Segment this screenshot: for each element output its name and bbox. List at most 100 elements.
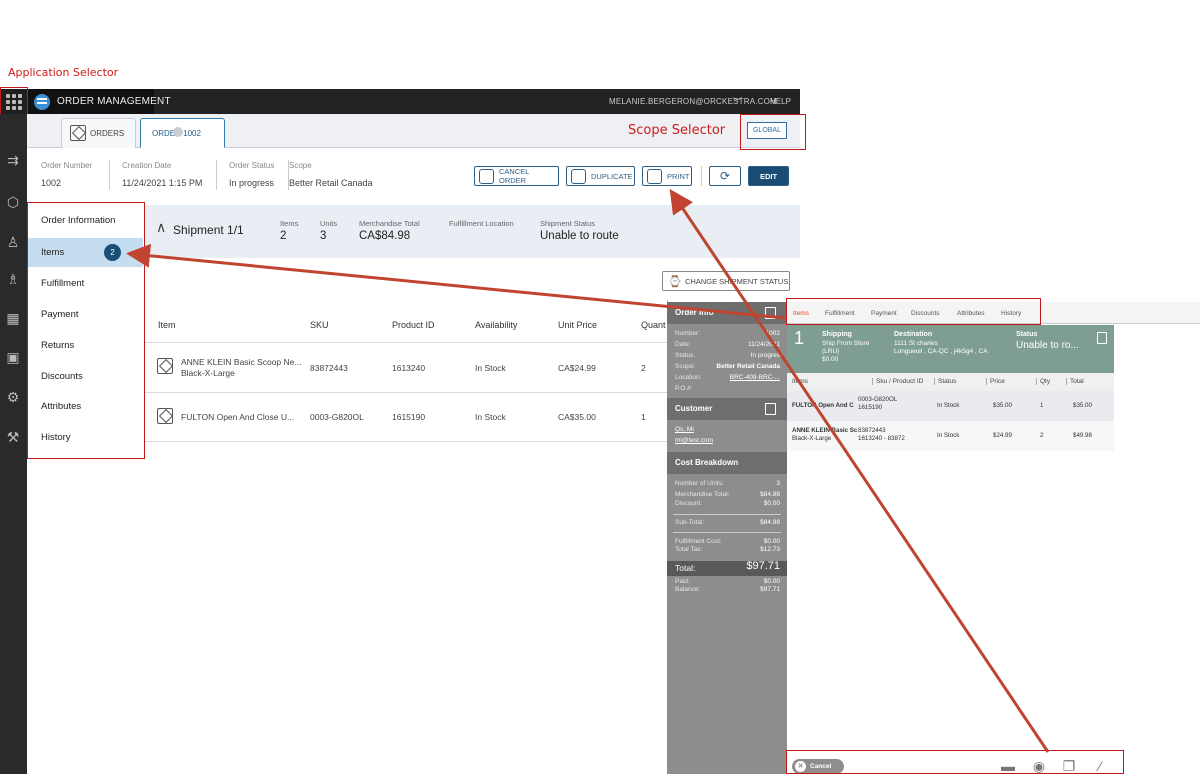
edit-button[interactable]: EDIT — [748, 166, 789, 186]
legacy-item-name: FULTON Open And C — [792, 402, 854, 409]
scope-selector-label: Scope Selector — [628, 123, 726, 138]
order-status-value: In progress — [229, 178, 275, 188]
col-sku: SKU — [310, 320, 329, 330]
col-product-id: Product ID — [392, 320, 435, 330]
legacy-customer-header: Customer — [667, 398, 787, 420]
info-label: P.O.#: — [675, 385, 693, 392]
item-name: ANNE KLEIN Basic Scoop Ne... — [181, 357, 302, 367]
help-link[interactable]: HELP — [770, 97, 791, 106]
scope-value: Better Retail Canada — [289, 178, 373, 188]
note-icon[interactable] — [765, 307, 776, 319]
item-price: CA$24.99 — [558, 363, 596, 373]
cost-value: 3 — [776, 480, 780, 487]
user-menu[interactable]: MELANIE.BERGERON@ORCKESTRA.COM — [609, 97, 777, 106]
destination-line2: Longueuil , CA-QC , j4k5g4 , CA — [894, 348, 988, 355]
store-icon[interactable]: ▦ — [5, 310, 21, 326]
legacy-item-qty: 1 — [1040, 402, 1044, 409]
app-selector-highlight — [0, 87, 28, 115]
customer-title: Customer — [675, 404, 713, 413]
print-button[interactable]: PRINT — [642, 166, 692, 186]
legacy-item-total: $35.00 — [1073, 402, 1092, 409]
divider — [701, 166, 702, 186]
cancel-order-button[interactable]: CANCEL ORDER — [474, 166, 559, 186]
legacy-tabs-highlight — [786, 298, 1041, 325]
route-icon[interactable]: ⇉ — [5, 152, 21, 168]
inventory-icon[interactable]: ▣ — [5, 349, 21, 365]
info-value: 11/24/2021 — [747, 341, 780, 348]
legacy-item-qty: 2 — [1040, 432, 1044, 439]
shipment-items-label: Items — [280, 219, 299, 228]
note-icon[interactable] — [1097, 332, 1107, 344]
order-number-label: Order Number — [41, 161, 93, 170]
item-variant: Black-X-Large — [181, 368, 235, 378]
chevron-down-icon[interactable]: ﹀ — [733, 95, 742, 108]
customer-name-link[interactable]: Qs, Mi — [675, 426, 694, 433]
col-unit-price: Unit Price — [558, 320, 598, 330]
change-shipment-status-button[interactable]: ⌚ CHANGE SHIPMENT STATUS — [662, 271, 790, 291]
duplicate-icon — [571, 169, 586, 184]
legacy-item-status: In Stock — [937, 402, 960, 409]
item-qty: 2 — [641, 363, 646, 373]
legacy-col-items: Items — [792, 378, 808, 385]
shipment-number: 1 — [794, 328, 805, 348]
legacy-col-total: Total — [1066, 378, 1084, 385]
settings-icon[interactable]: ⚙ — [5, 389, 21, 405]
order-info-title: Order Info — [675, 308, 714, 317]
fulfillment-location-label: Fulfillment Location — [449, 219, 514, 228]
package-icon[interactable]: ⬡ — [5, 194, 21, 210]
chevron-up-icon[interactable]: ∧ — [156, 219, 166, 236]
customer-email-link[interactable]: mi@test.com — [675, 437, 713, 444]
legacy-item-sku: 83872443 — [858, 427, 886, 434]
legacy-col-status: Status — [934, 378, 956, 385]
info-value: In progres — [750, 352, 780, 359]
creation-date-label: Creation Date — [122, 161, 172, 170]
shipment-units-label: Units — [320, 219, 338, 228]
legacy-status-value: Unable to ro... — [1016, 340, 1079, 351]
refresh-icon[interactable]: ⟳ — [709, 166, 741, 186]
shipping-method: Ship From Store — [822, 340, 870, 347]
shipment-units-value: 3 — [320, 230, 327, 242]
location-link[interactable]: BRC-409-BRC-... — [730, 374, 780, 381]
paid-value: $0.00 — [763, 578, 780, 585]
cost-value: $84.98 — [760, 491, 780, 498]
merch-total-label: Merchandise Total — [359, 219, 420, 228]
users-icon[interactable]: ♙ — [5, 234, 21, 250]
info-label: Date: — [675, 341, 691, 348]
col-availability: Availability — [475, 320, 518, 330]
tab-orders[interactable]: ORDERS — [61, 118, 136, 148]
col-quantity: Quant — [641, 320, 666, 330]
info-label: Number: — [675, 330, 700, 337]
wrench-icon[interactable]: ⚒ — [5, 429, 21, 445]
shipment-title: Shipment 1/1 — [173, 223, 244, 237]
item-availability: In Stock — [475, 363, 506, 373]
duplicate-label: DUPLICATE — [591, 171, 633, 181]
left-sidebar: ⇉ ⬡ ♙ ♗ ▦ ▣ ⚙ ⚒ — [0, 114, 27, 774]
order-number-value: 1002 — [41, 178, 62, 188]
merch-total-value: CA$84.98 — [359, 230, 411, 242]
legacy-item-sku: 0003-G820OL — [858, 396, 898, 403]
status-change-icon: ⌚ — [668, 276, 682, 288]
legacy-item-pid: 1613240 - 83872 — [858, 435, 905, 442]
item-product-id: 1613240 — [392, 363, 426, 373]
duplicate-button[interactable]: DUPLICATE — [566, 166, 635, 186]
nav-highlight — [27, 202, 145, 459]
cost-value: $0.00 — [763, 538, 780, 545]
hierarchy-icon[interactable]: ♗ — [5, 271, 21, 287]
destination-label: Destination — [894, 331, 933, 338]
col-item: Item — [158, 320, 176, 330]
cost-label: Number of Units: — [675, 480, 724, 487]
info-value: 1002 — [765, 330, 780, 337]
app-title: ORDER MANAGEMENT — [57, 96, 171, 107]
note-icon[interactable] — [765, 403, 776, 415]
legacy-item-price: $35.00 — [993, 402, 1012, 409]
close-tab-icon[interactable] — [173, 127, 183, 137]
product-icon — [157, 408, 173, 424]
paid-label: Paid: — [675, 578, 690, 585]
cost-label: Merchandise Total: — [675, 491, 730, 498]
item-availability: In Stock — [475, 412, 506, 422]
total-value: $97.71 — [746, 560, 780, 572]
scope-selector-highlight — [740, 114, 806, 150]
legacy-item-status: In Stock — [937, 432, 960, 439]
balance-value: $97.71 — [760, 586, 780, 593]
cancel-icon — [479, 169, 494, 184]
